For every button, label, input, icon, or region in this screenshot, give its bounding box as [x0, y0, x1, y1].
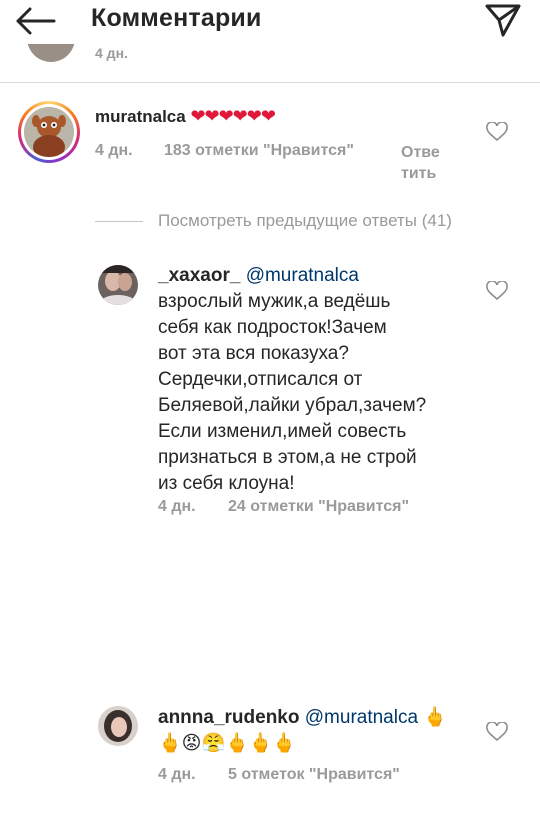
heart-icon[interactable]	[486, 722, 508, 742]
emoji-line: 🖕😡😤🖕🖕🖕	[158, 733, 297, 754]
arrow-left-icon[interactable]	[14, 6, 56, 36]
username[interactable]: _xaxaor_	[158, 265, 240, 286]
username[interactable]: muratnalca	[95, 107, 186, 126]
previous-comment: 4 дн.	[0, 44, 540, 84]
reply-text: annna_rudenko @muratnalca 🖕 🖕😡😤🖕🖕🖕	[158, 705, 468, 757]
comment-time: 4 дн.	[95, 45, 128, 61]
divider	[95, 221, 143, 222]
avatar[interactable]	[98, 706, 138, 746]
top-bar: Комментарии	[0, 0, 540, 44]
avatar-image	[24, 107, 74, 157]
avatar[interactable]	[24, 107, 74, 157]
reply-button[interactable]: Отве тить	[401, 142, 440, 184]
reply-text: _xaxaor_ @muratnalca взрослый мужик,а ве…	[158, 265, 427, 494]
comment-time: 4 дн.	[158, 766, 196, 783]
avatar[interactable]	[98, 265, 138, 305]
heart-icon[interactable]	[486, 122, 508, 142]
comment-time: 4 дн.	[95, 142, 133, 159]
avatar-image	[98, 706, 138, 746]
likes-count[interactable]: 24 отметки "Нравится"	[228, 498, 409, 516]
username[interactable]: annna_rudenko	[158, 707, 299, 728]
heart-icon[interactable]	[486, 281, 508, 301]
mention-link[interactable]: @muratnalca	[305, 707, 418, 728]
comment-time: 4 дн.	[158, 498, 196, 515]
paper-plane-icon[interactable]	[484, 2, 522, 38]
view-previous-replies[interactable]: Посмотреть предыдущие ответы (41)	[158, 211, 452, 231]
comment-text: muratnalca ❤❤❤❤❤❤	[95, 106, 276, 127]
likes-count[interactable]: 183 отметки "Нравится"	[164, 142, 354, 160]
page-title: Комментарии	[91, 4, 262, 32]
mention-link[interactable]: @muratnalca	[246, 265, 359, 286]
likes-count[interactable]: 5 отметок "Нравится"	[228, 766, 400, 784]
avatar-image	[98, 265, 138, 305]
emoji: 🖕	[423, 707, 447, 728]
divider	[0, 82, 540, 83]
avatar[interactable]	[27, 44, 75, 62]
hearts-emoji: ❤❤❤❤❤❤	[190, 106, 275, 126]
